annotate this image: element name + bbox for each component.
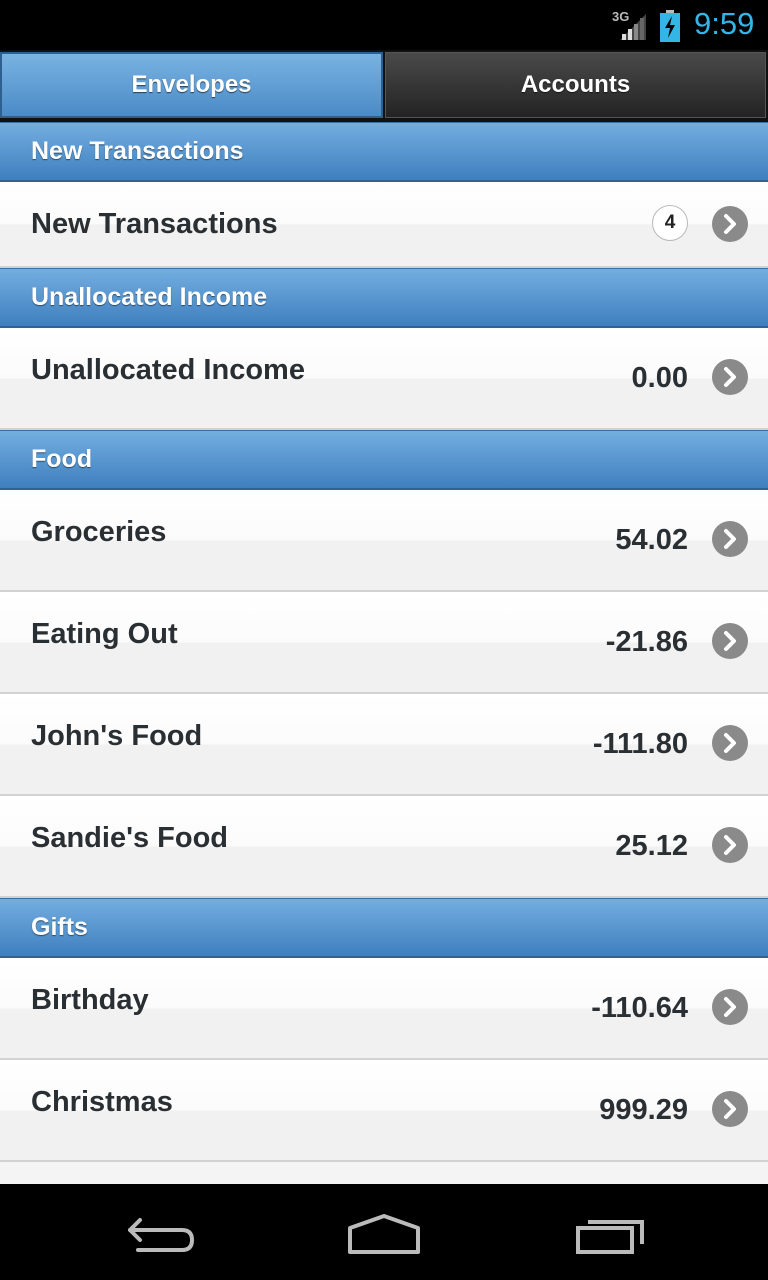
chevron-right-icon[interactable] — [712, 725, 748, 761]
row-label: New Transactions — [31, 208, 278, 240]
row-label: Unallocated Income — [31, 354, 305, 386]
clock: 9:59 — [694, 6, 755, 41]
list-item-unallocated-income[interactable]: Unallocated Income 0.00 — [0, 328, 768, 430]
section-header-gifts: Gifts — [0, 898, 768, 958]
list-item-new-transactions[interactable]: New Transactions 4 — [0, 182, 768, 268]
section-header-food: Food — [0, 430, 768, 490]
list-item-groceries[interactable]: Groceries 54.02 — [0, 490, 768, 592]
tab-envelopes[interactable]: Envelopes — [0, 52, 383, 118]
battery-charging-icon — [660, 10, 680, 42]
row-amount: 54.02 — [615, 524, 688, 556]
section-header-unallocated-income: Unallocated Income — [0, 268, 768, 328]
chevron-right-icon[interactable] — [712, 623, 748, 659]
row-label: Sandie's Food — [31, 822, 229, 854]
navigation-bar — [0, 1184, 768, 1280]
row-amount: 25.12 — [615, 830, 688, 862]
row-amount: 0.00 — [631, 362, 688, 394]
row-label: Groceries — [31, 516, 167, 548]
recent-apps-icon[interactable] — [562, 1208, 658, 1256]
tab-bar: Envelopes Accounts — [0, 50, 768, 122]
status-bar: 3G 9:59 — [0, 0, 768, 50]
row-amount: -111.80 — [592, 728, 688, 760]
list-item-johns-food[interactable]: John's Food -111.80 — [0, 694, 768, 796]
chevron-right-icon[interactable] — [712, 521, 748, 557]
chevron-right-icon[interactable] — [712, 1091, 748, 1127]
row-label: Birthday — [31, 984, 149, 1016]
row-label: Eating Out — [31, 618, 178, 650]
count-badge: 4 — [652, 205, 688, 241]
chevron-right-icon[interactable] — [712, 827, 748, 863]
row-label: John's Food — [31, 720, 203, 752]
section-header-new-transactions: New Transactions — [0, 122, 768, 182]
list-item-birthday[interactable]: Birthday -110.64 — [0, 958, 768, 1060]
home-icon[interactable] — [336, 1208, 432, 1256]
signal-icon — [620, 14, 646, 40]
row-amount: -110.64 — [591, 992, 688, 1024]
row-amount: -21.86 — [605, 626, 688, 658]
list-item-eating-out[interactable]: Eating Out -21.86 — [0, 592, 768, 694]
back-icon[interactable] — [112, 1208, 208, 1256]
chevron-right-icon[interactable] — [712, 206, 748, 242]
list-item-sandies-food[interactable]: Sandie's Food 25.12 — [0, 796, 768, 898]
row-label: Christmas — [31, 1086, 173, 1118]
envelope-list: New Transactions New Transactions 4 Unal… — [0, 122, 768, 1162]
chevron-right-icon[interactable] — [712, 359, 748, 395]
row-amount: 999.29 — [599, 1094, 688, 1126]
tab-accounts[interactable]: Accounts — [385, 52, 766, 118]
list-item-christmas[interactable]: Christmas 999.29 — [0, 1060, 768, 1162]
chevron-right-icon[interactable] — [712, 989, 748, 1025]
